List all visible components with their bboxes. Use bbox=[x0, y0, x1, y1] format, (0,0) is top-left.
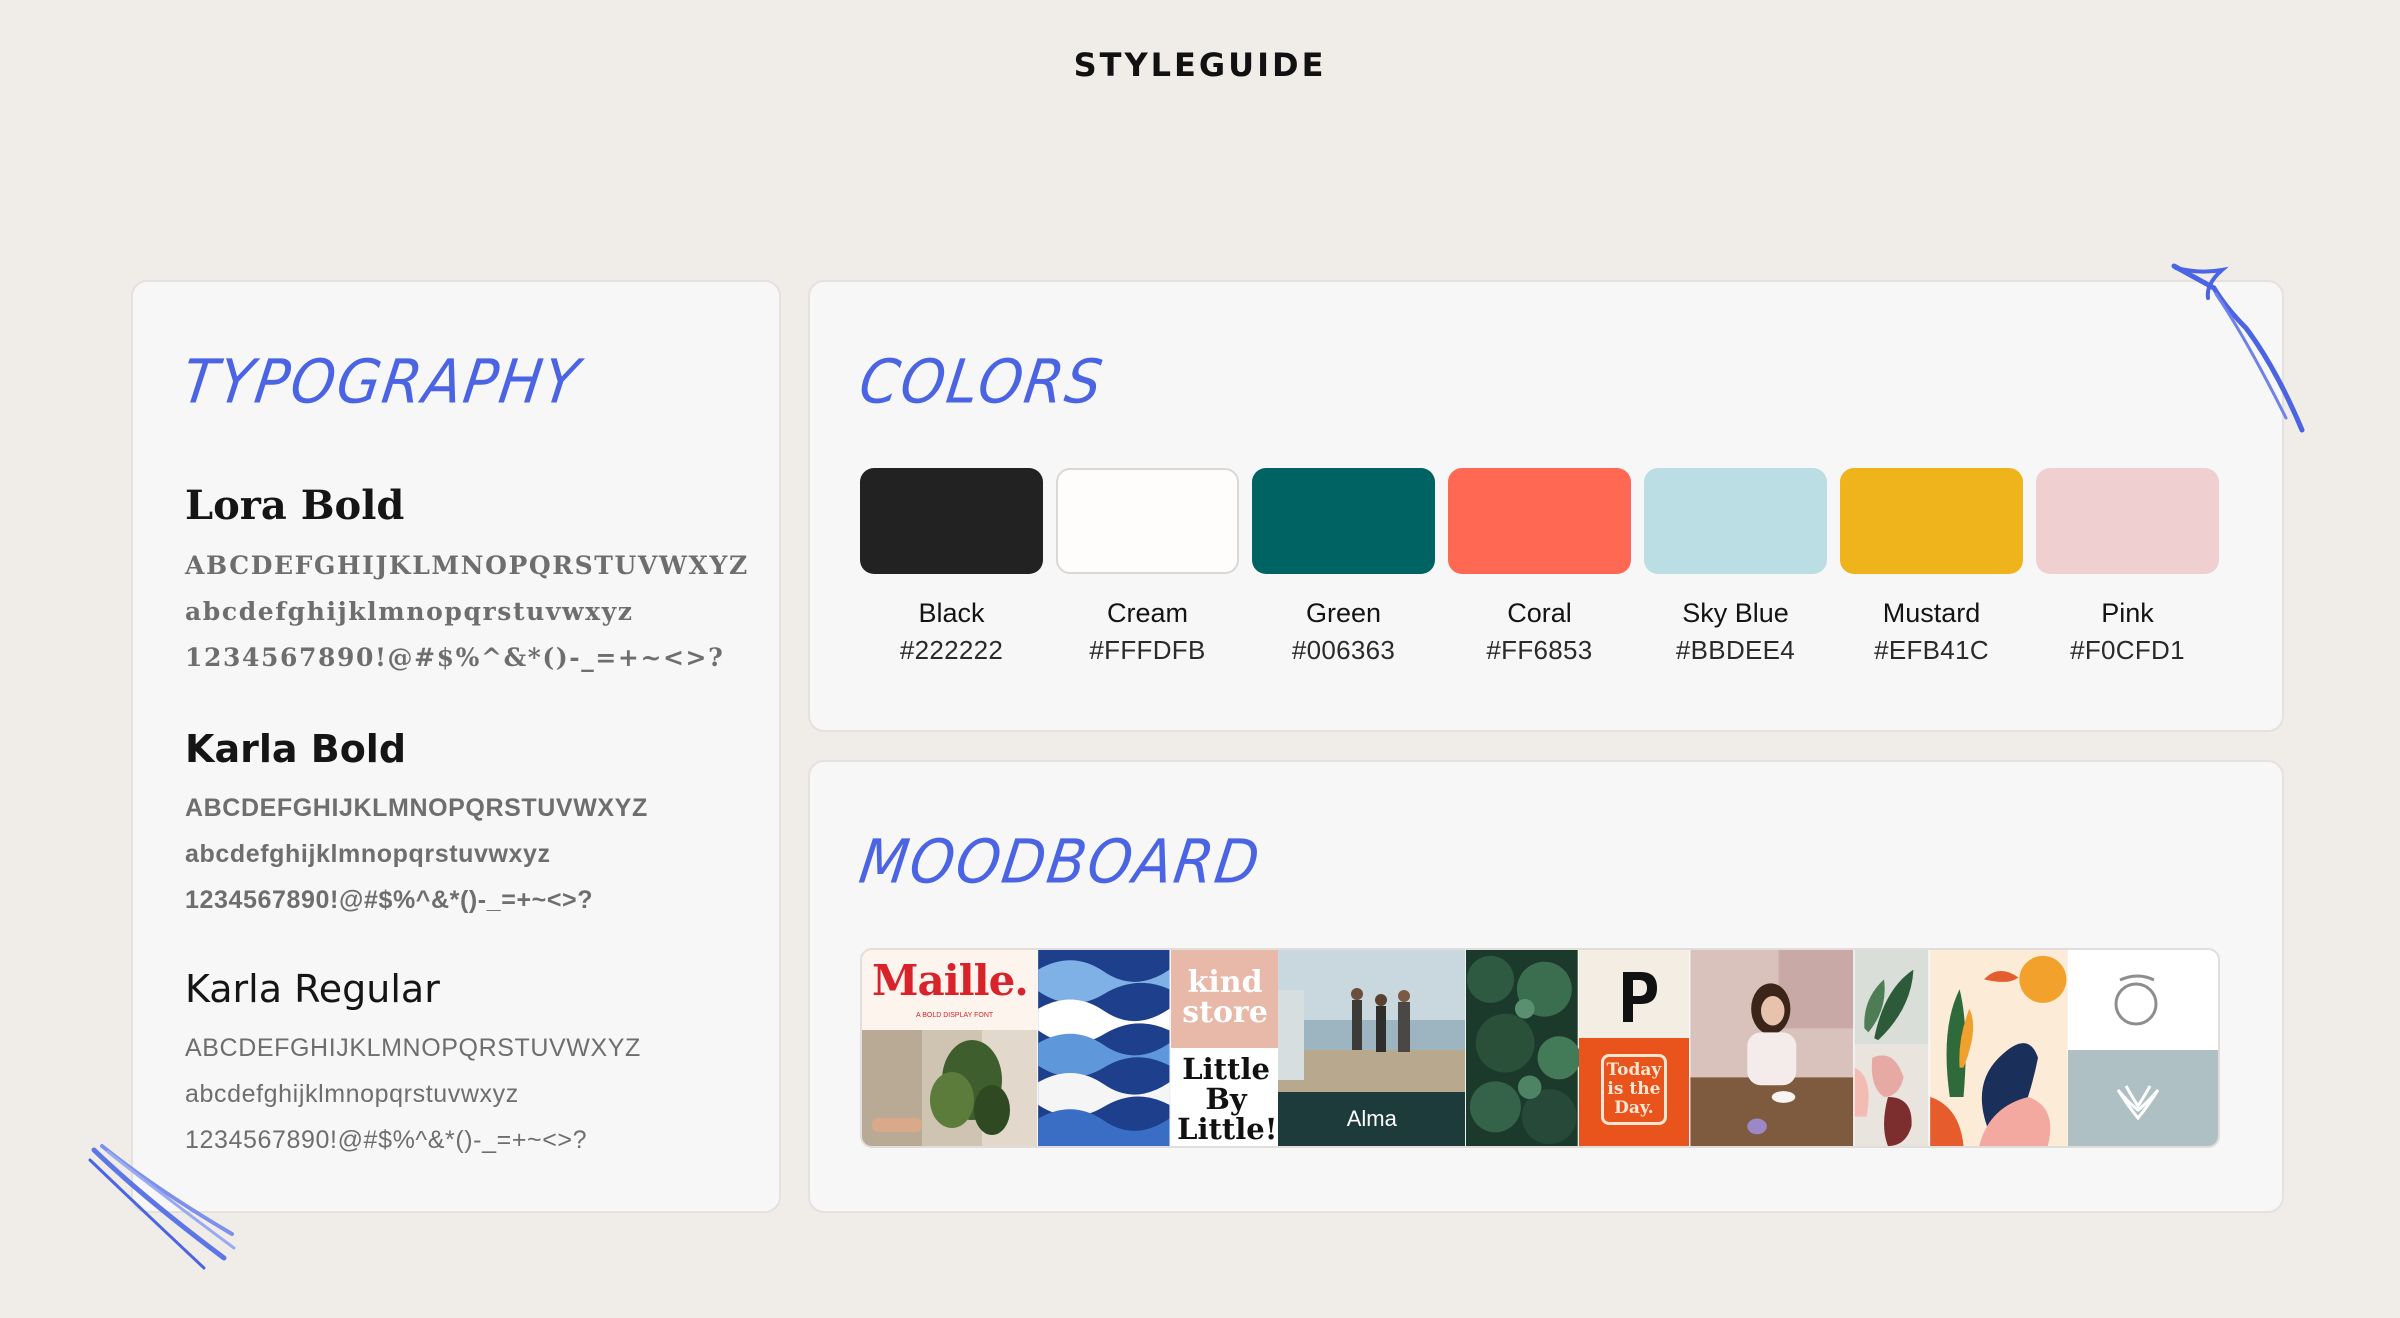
today-text: Today is the Day. bbox=[1600, 1054, 1667, 1125]
swatch-hex: #FFFDFB bbox=[1089, 635, 1206, 665]
moodboard-card: MOODBOARD Maille. A BOLD DISPLAY FONT ki… bbox=[808, 760, 2284, 1213]
swatch-cream: Cream #FFFDFB bbox=[1056, 468, 1239, 666]
font-name: Lora Bold bbox=[185, 482, 405, 529]
scribble-decoration-bottom-left bbox=[88, 1144, 236, 1270]
typography-card: TYPOGRAPHY Lora Bold ABCDEFGHIJKLMNOPQRS… bbox=[131, 280, 781, 1213]
moodboard-image-woman bbox=[1689, 950, 1853, 1146]
font-symbols: 1234567890!@#$%^&*()-_=+~<>? bbox=[185, 1126, 588, 1154]
swatch-coral: Coral #FF6853 bbox=[1448, 468, 1631, 666]
page-title: STYLEGUIDE bbox=[1073, 46, 1327, 84]
swatch-black: Black #222222 bbox=[860, 468, 1043, 666]
maille-title: Maille. bbox=[872, 956, 1029, 1005]
font-sample-lora-bold: Lora Bold ABCDEFGHIJKLMNOPQRSTUVWXYZ abc… bbox=[185, 482, 749, 681]
scribble-decoration-top-right bbox=[2171, 263, 2305, 433]
moodboard-image-alma: Alma bbox=[1277, 950, 1466, 1146]
moodboard-image-kind-store: kind store Little By Little! bbox=[1171, 950, 1278, 1146]
color-swatches: Black #222222 Cream #FFFDFB Green #00636… bbox=[860, 468, 2219, 666]
font-name: Karla Regular bbox=[185, 967, 440, 1011]
swatch-hex: #F0CFD1 bbox=[2070, 635, 2185, 665]
moodboard-image-abstract bbox=[1854, 950, 1929, 1146]
swatch-hex: #BBDEE4 bbox=[1675, 635, 1796, 665]
font-name: Karla Bold bbox=[185, 727, 407, 771]
color-chip bbox=[1840, 468, 2023, 574]
swatch-name: Cream bbox=[1106, 598, 1188, 628]
moodboard-strip: Maille. A BOLD DISPLAY FONT kind store L… bbox=[860, 948, 2220, 1148]
color-chip bbox=[1056, 468, 1239, 574]
font-lowercase: abcdefghijklmnopqrstuvwxyz bbox=[185, 597, 634, 626]
hands-logo bbox=[2068, 1050, 2218, 1146]
moodboard-image-leaves bbox=[1930, 950, 2068, 1146]
swatch-hex: #006363 bbox=[1291, 635, 1396, 665]
swatch-hex: #EFB41C bbox=[1874, 635, 1989, 665]
font-uppercase: ABCDEFGHIJKLMNOPQRSTUVWXYZ bbox=[185, 551, 749, 580]
beach-photo bbox=[1277, 950, 1466, 1092]
alma-text: Alma bbox=[1346, 1106, 1397, 1131]
swatch-name: Black bbox=[918, 598, 985, 628]
swatch-green: Green #006363 bbox=[1252, 468, 1435, 666]
font-uppercase: ABCDEFGHIJKLMNOPQRSTUVWXYZ bbox=[185, 794, 648, 822]
font-lowercase: abcdefghijklmnopqrstuvwxyz bbox=[185, 840, 551, 868]
font-symbols: 1234567890!@#$%^&*()-_=+~<>? bbox=[185, 886, 594, 914]
little-by-little-text: Little By Little! bbox=[1177, 1052, 1278, 1146]
color-chip bbox=[1252, 468, 1435, 574]
font-symbols: 1234567890!@#$%^&*()-_=+~<>? bbox=[185, 643, 725, 672]
swatch-name: Coral bbox=[1507, 598, 1572, 628]
ring-logo bbox=[2068, 950, 2218, 1050]
swatch-name: Sky Blue bbox=[1682, 598, 1789, 628]
moodboard-image-maille: Maille. A BOLD DISPLAY FONT bbox=[862, 950, 1038, 1146]
color-chip bbox=[2036, 468, 2219, 574]
swatch-name: Green bbox=[1305, 598, 1382, 628]
p-logo bbox=[1578, 950, 1689, 1038]
moodboard-image-waves bbox=[1038, 950, 1170, 1146]
maille-subtitle: A BOLD DISPLAY FONT bbox=[916, 1012, 994, 1019]
moodboard-heading: MOODBOARD bbox=[855, 827, 1266, 898]
color-chip bbox=[1644, 468, 1827, 574]
moodboard-image-today: Today is the Day. bbox=[1578, 950, 1689, 1146]
colors-heading: COLORS bbox=[855, 347, 1109, 418]
font-sample-karla-regular: Karla Regular ABCDEFGHIJKLMNOPQRSTUVWXYZ… bbox=[185, 967, 641, 1163]
font-lowercase: abcdefghijklmnopqrstuvwxyz bbox=[185, 1080, 519, 1108]
plant-photo bbox=[862, 1030, 1038, 1146]
color-chip bbox=[860, 468, 1043, 574]
swatch-name: Pink bbox=[2101, 598, 2154, 628]
colors-card: COLORS Black #222222 Cream #FFFDFB Green… bbox=[808, 280, 2284, 732]
swatch-sky-blue: Sky Blue #BBDEE4 bbox=[1644, 468, 1827, 666]
swatch-name: Mustard bbox=[1882, 598, 1981, 628]
font-sample-karla-bold: Karla Bold ABCDEFGHIJKLMNOPQRSTUVWXYZ ab… bbox=[185, 727, 648, 923]
swatch-hex: #222222 bbox=[899, 635, 1004, 665]
swatch-mustard: Mustard #EFB41C bbox=[1840, 468, 2023, 666]
moodboard-image-logos bbox=[2068, 950, 2218, 1146]
swatch-hex: #FF6853 bbox=[1486, 635, 1593, 665]
typography-heading: TYPOGRAPHY bbox=[178, 347, 585, 418]
kind-store-text: kind store bbox=[1182, 965, 1268, 1030]
font-uppercase: ABCDEFGHIJKLMNOPQRSTUVWXYZ bbox=[185, 1034, 641, 1062]
color-chip bbox=[1448, 468, 1631, 574]
swatch-pink: Pink #F0CFD1 bbox=[2036, 468, 2219, 666]
moodboard-image-succulents bbox=[1466, 950, 1579, 1146]
